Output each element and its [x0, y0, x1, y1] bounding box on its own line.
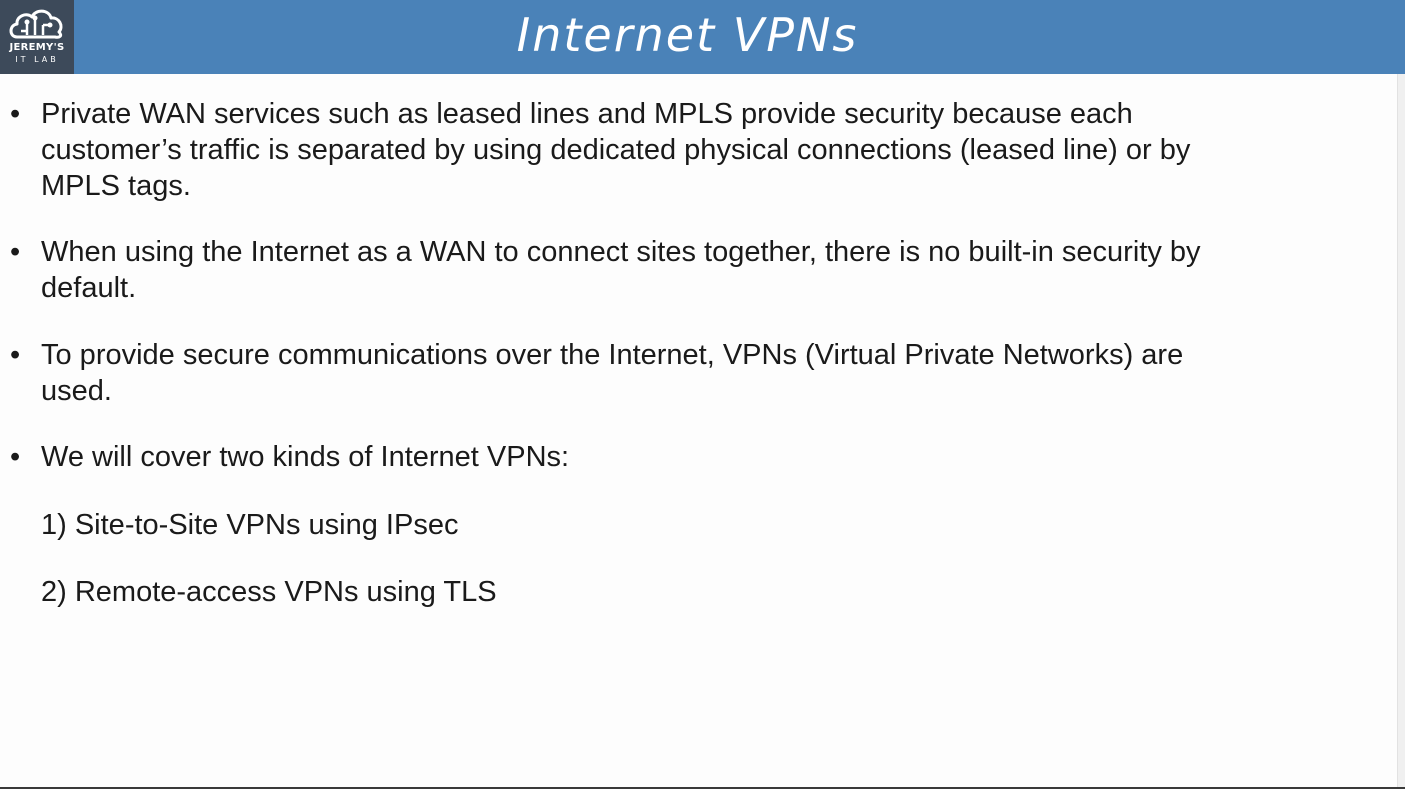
slide: JEREMY'S IT LAB Internet VPNs • Private … [0, 0, 1405, 789]
bullet-line: MPLS tags. [41, 170, 191, 202]
bullet-text: Private WAN services such as leased line… [41, 96, 1341, 204]
sub-item-remote-access: 2) Remote-access VPNs using TLS [41, 576, 497, 608]
window-edge [1397, 74, 1405, 787]
bullet-line: We will cover two kinds of Internet VPNs… [41, 441, 570, 473]
bullet-text: To provide secure communications over th… [41, 337, 1341, 409]
sub-item-site-to-site: 1) Site-to-Site VPNs using IPsec [41, 509, 459, 541]
title-bar: JEREMY'S IT LAB Internet VPNs [0, 0, 1405, 74]
bullet-line: used. [41, 375, 112, 407]
slide-title: Internet VPNs [516, 8, 859, 62]
bullet-line: customer’s traffic is separated by using… [41, 134, 1191, 166]
bullet-glyph: • [10, 339, 21, 371]
bullet-glyph: • [10, 98, 21, 130]
bullet-text: We will cover two kinds of Internet VPNs… [41, 439, 1341, 475]
bullet-line: To provide secure communications over th… [41, 339, 1184, 371]
bullet-text: When using the Internet as a WAN to conn… [41, 234, 1341, 306]
bullet-glyph: • [10, 441, 21, 473]
bullet-line: Private WAN services such as leased line… [41, 98, 1133, 130]
bullet-line: When using the Internet as a WAN to conn… [41, 236, 1201, 268]
bullet-line: default. [41, 272, 137, 304]
bullet-glyph: • [10, 236, 21, 268]
